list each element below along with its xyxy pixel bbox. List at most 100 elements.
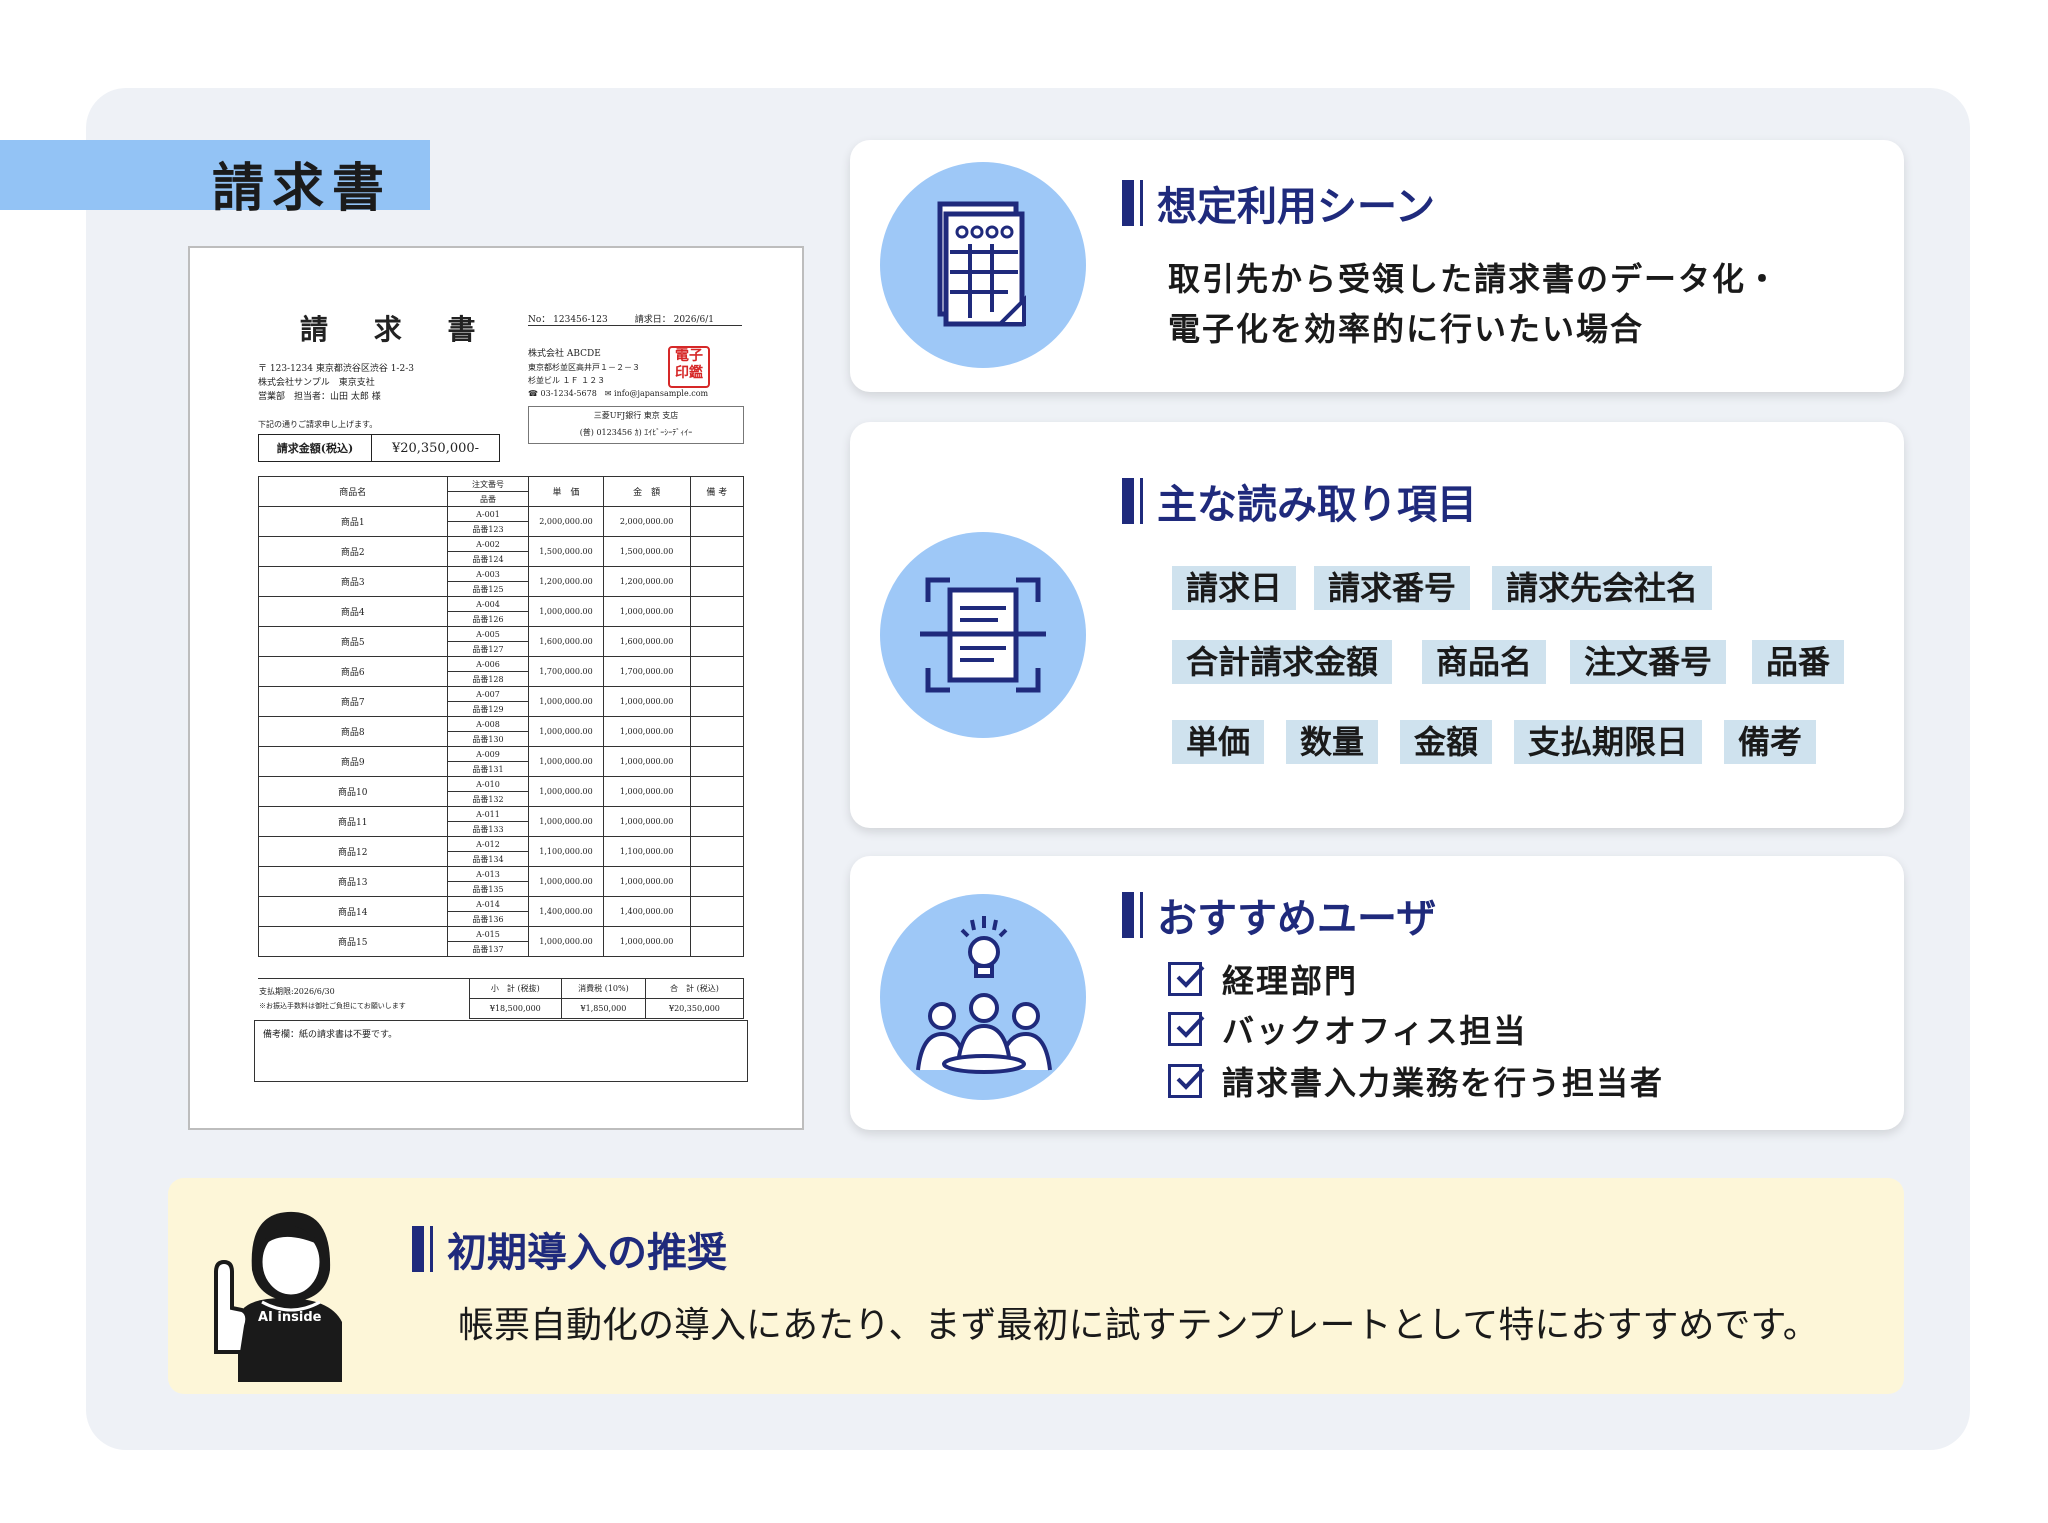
recipient-line: 営業部 担当者：山田 太郎 様 (258, 392, 381, 402)
users-heading-text: おすすめユーザ (1157, 896, 1437, 942)
table-row: 商品13 A-013 1,000,000.00 1,000,000.00 (258, 866, 745, 897)
cell-note (689, 596, 745, 627)
cell-note (689, 776, 745, 807)
fields-heading: 主な読み取り項目 (1122, 472, 1477, 530)
grand-label: 合 計 (税込) (644, 978, 745, 999)
cell-item: 商品13 (258, 866, 448, 897)
document-type-text: 請求書 (212, 159, 393, 219)
checkbox-icon (1168, 1012, 1205, 1046)
cell-order: A-006 (446, 656, 530, 672)
table-row: 商品3 A-003 1,200,000.00 1,200,000.00 (258, 566, 745, 597)
cell-order: A-001 (446, 506, 530, 522)
invoice-footer: 支払期限:2026/6/30 ※お振込手数料は御社ご負担にてお願いします 小 計… (258, 978, 745, 1019)
cell-amount: 1,000,000.00 (602, 776, 691, 807)
recommend-heading: 初期導入の推奨 (412, 1220, 727, 1278)
cell-code: 品番127 (446, 641, 530, 657)
checkbox-icon (1168, 1064, 1205, 1098)
cell-code: 品番131 (446, 761, 530, 777)
team-idea-icon (916, 916, 1052, 1074)
cell-note (689, 536, 745, 567)
cell-price: 1,000,000.00 (528, 806, 604, 837)
cell-order: A-002 (446, 536, 530, 552)
cell-order: A-015 (446, 926, 530, 942)
cell-item: 商品1 (258, 506, 448, 537)
heading-bar (1122, 180, 1134, 226)
cell-amount: 1,000,000.00 (602, 746, 691, 777)
heading-bar (1122, 478, 1134, 524)
table-row: 商品1 A-001 2,000,000.00 2,000,000.00 (258, 506, 745, 537)
cell-code: 品番135 (446, 881, 530, 897)
cell-item: 商品15 (258, 926, 448, 957)
cell-amount: 1,600,000.00 (602, 626, 691, 657)
cell-code: 品番132 (446, 791, 530, 807)
heading-bar (1122, 892, 1134, 938)
cell-code: 品番129 (446, 701, 530, 717)
heading-bar (412, 1226, 424, 1272)
cell-order: A-005 (446, 626, 530, 642)
table-row: 商品12 A-012 1,100,000.00 1,100,000.00 (258, 836, 745, 867)
subtotal-value: ¥18,500,000 (468, 998, 563, 1019)
table-row: 商品14 A-014 1,400,000.00 1,400,000.00 (258, 896, 745, 927)
scene-heading-text: 想定利用シーン (1157, 184, 1435, 230)
table-row: 商品11 A-011 1,000,000.00 1,000,000.00 (258, 806, 745, 837)
cell-code: 品番130 (446, 731, 530, 747)
document-scan-icon (920, 577, 1046, 693)
cell-code: 品番125 (446, 581, 530, 597)
bank-line: (普) 0123456 ｶ) ｴｲﾋﾞｰｼｰﾃﾞｨｲｰ (579, 428, 693, 437)
cell-price: 1,200,000.00 (528, 566, 604, 597)
recommend-text: 帳票自動化の導入にあたり、まず最初に試すテンプレートとして特におすすめです。 (458, 1305, 1819, 1346)
recipient-line: 株式会社サンプル 東京支社 (258, 378, 375, 388)
cell-price: 1,000,000.00 (528, 716, 604, 747)
cell-amount: 2,000,000.00 (602, 506, 691, 537)
field-chip: 備考 (1724, 720, 1817, 764)
heading-bar (430, 1226, 433, 1272)
heading-bar (1140, 180, 1143, 226)
user-item-label: 経理部門 (1222, 962, 1359, 1000)
cell-price: 1,500,000.00 (528, 536, 604, 567)
cell-note (689, 896, 745, 927)
cell-note (689, 686, 745, 717)
invoice-intro: 下記の通りご請求申し上げます。 (258, 420, 378, 429)
table-row: 商品5 A-005 1,600,000.00 1,600,000.00 (258, 626, 745, 657)
users-heading: おすすめユーザ (1122, 886, 1436, 944)
cell-note (689, 836, 745, 867)
field-chip: 請求日 (1172, 566, 1297, 610)
field-chip: 支払期限日 (1514, 720, 1703, 764)
issuer-line: ☎ 03-1234-5678 ✉ info@japansample.com (528, 389, 709, 398)
fields-icon-circle (880, 532, 1086, 738)
scene-heading: 想定利用シーン (1122, 174, 1435, 232)
cell-amount: 1,700,000.00 (602, 656, 691, 687)
cell-item: 商品4 (258, 596, 448, 627)
field-chip: 商品名 (1422, 640, 1547, 684)
cell-amount: 1,500,000.00 (602, 536, 691, 567)
field-chip: 注文番号 (1570, 640, 1727, 684)
presenter-avatar-icon (214, 1211, 342, 1382)
cell-code: 品番126 (446, 611, 530, 627)
cell-code: 品番133 (446, 821, 530, 837)
cell-price: 1,000,000.00 (528, 596, 604, 627)
cell-price: 2,000,000.00 (528, 506, 604, 537)
recommendation-panel: AI inside 初期導入の推奨 帳票自動化の導入にあたり、まず最初に試すテン… (168, 1178, 1904, 1394)
cell-amount: 1,000,000.00 (602, 866, 691, 897)
recommend-heading-text: 初期導入の推奨 (447, 1230, 727, 1276)
cell-note (689, 506, 745, 537)
cell-code: 品番136 (446, 911, 530, 927)
subtotal-label: 小 計 (税抜) (468, 978, 563, 999)
user-item-label: バックオフィス担当 (1222, 1012, 1528, 1050)
cell-price: 1,700,000.00 (528, 656, 604, 687)
cell-price: 1,600,000.00 (528, 626, 604, 657)
cell-note (689, 866, 745, 897)
cell-order: A-009 (446, 746, 530, 762)
cell-amount: 1,400,000.00 (602, 896, 691, 927)
cell-price: 1,000,000.00 (528, 776, 604, 807)
cell-order: A-010 (446, 776, 530, 792)
cell-code: 品番134 (446, 851, 530, 867)
invoice-title: 請 求 書 (300, 313, 494, 346)
due-date: 支払期限:2026/6/30 (259, 986, 335, 996)
cell-amount: 1,200,000.00 (602, 566, 691, 597)
recipient-line: 〒 123-1234 東京都渋谷区渋谷 1-2-3 (258, 364, 414, 374)
user-item: バックオフィス担当 (1168, 1006, 1527, 1052)
table-row: 商品9 A-009 1,000,000.00 1,000,000.00 (258, 746, 745, 777)
cell-price: 1,000,000.00 (528, 686, 604, 717)
total-label: 請求金額(税込) (259, 435, 372, 461)
